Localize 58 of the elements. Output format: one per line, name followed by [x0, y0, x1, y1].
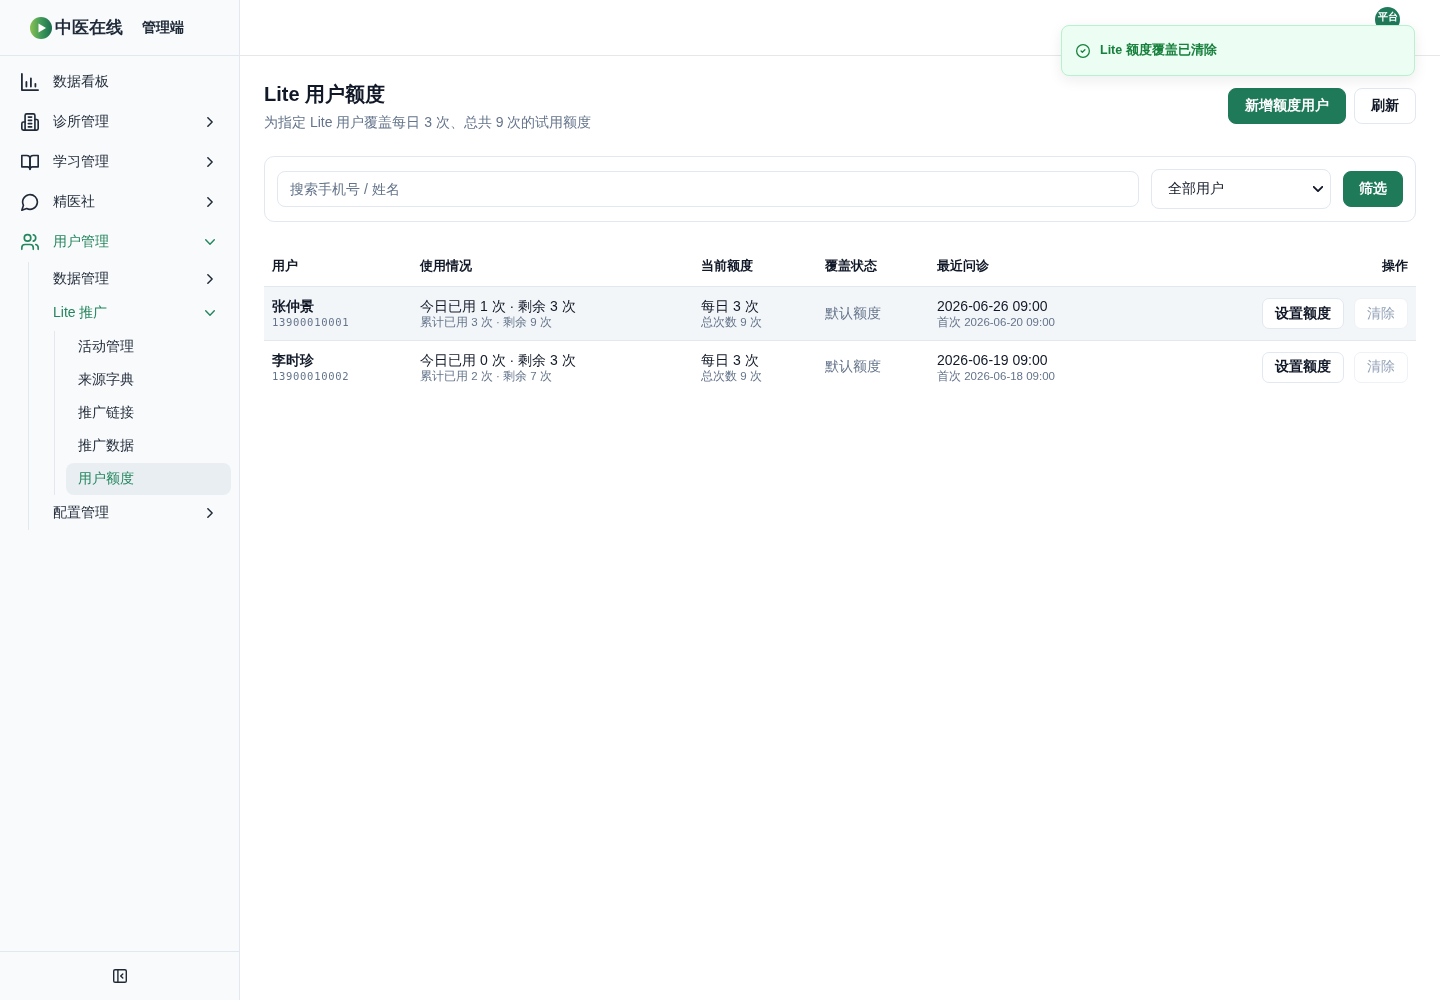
sidebar-item[interactable]: 推广数据 — [66, 430, 231, 462]
sidebar-item[interactable]: 诊所管理 — [12, 102, 231, 142]
total-quota: 总次数 9 次 — [701, 315, 763, 330]
set-quota-button[interactable]: 设置额度 — [1262, 351, 1344, 383]
building-icon — [21, 113, 39, 131]
set-quota-button[interactable]: 设置额度 — [1262, 298, 1344, 329]
daily-quota: 每日 3 次 — [701, 297, 760, 315]
filter-button[interactable]: 筛选 — [1343, 171, 1403, 207]
override-status: 默认额度 — [825, 304, 882, 323]
override-status: 默认额度 — [825, 358, 882, 376]
sidebar-item[interactable]: 学习管理 — [12, 142, 231, 182]
chevron-down-icon — [1313, 186, 1323, 192]
column-header: 最近问诊 — [936, 257, 990, 275]
total-quota: 总次数 9 次 — [701, 368, 763, 384]
user-type-select[interactable]: 全部用户 — [1151, 169, 1331, 209]
users-icon — [21, 233, 39, 251]
page-title: Lite 用户额度 — [264, 82, 387, 107]
sidebar-item[interactable]: 用户额度 — [66, 463, 231, 495]
panel-left-icon[interactable] — [112, 969, 127, 983]
brand-subtitle: 管理端 — [142, 18, 184, 37]
phone-number: 13900010001 — [272, 315, 351, 330]
open-book-icon — [21, 153, 39, 171]
column-header: 覆盖状态 — [824, 257, 878, 275]
column-header: 用户 — [271, 257, 299, 275]
refresh-button[interactable]: 刷新 — [1354, 88, 1416, 124]
sidebar-item[interactable]: 来源字典 — [66, 364, 231, 396]
sidebar-item[interactable]: 用户管理 — [12, 222, 231, 262]
page-subtitle: 为指定 Lite 用户覆盖每日 3 次、总共 9 次的试用额度 — [264, 113, 592, 132]
sidebar-item[interactable]: 活动管理 — [66, 331, 231, 363]
search-field[interactable]: 搜索手机号 / 姓名 — [277, 171, 1139, 207]
usage-total: 累计已用 3 次 · 剩余 9 次 — [420, 315, 553, 330]
user-name: 李时珍 — [272, 350, 315, 369]
sidebar-item[interactable]: 配置管理 — [29, 496, 231, 530]
last-visit-time: 2026-06-19 09:00 — [937, 350, 1049, 369]
daily-quota: 每日 3 次 — [701, 350, 760, 369]
phone-number: 13900010002 — [272, 368, 351, 384]
usage-today: 今日已用 1 次 · 剩余 3 次 — [420, 297, 577, 315]
column-header: 使用情况 — [418, 257, 473, 275]
sidebar-item[interactable]: 推广链接 — [66, 397, 231, 429]
usage-today: 今日已用 0 次 · 剩余 3 次 — [420, 350, 577, 369]
sidebar-item[interactable]: 精医社 — [12, 182, 231, 222]
sidebar-item[interactable]: Lite 推广 — [29, 296, 231, 330]
play-logo-icon — [30, 16, 52, 39]
first-visit-time: 首次 2026-06-18 09:00 — [937, 368, 1056, 384]
column-header: 操作 — [1381, 257, 1409, 275]
last-visit-time: 2026-06-26 09:00 — [937, 297, 1049, 315]
user-name: 张仲景 — [272, 297, 315, 315]
column-header: 当前额度 — [700, 257, 754, 275]
brand-name: 中医在线 — [55, 17, 123, 39]
toast-message: Lite 额度覆盖已清除 — [1100, 42, 1217, 59]
first-visit-time: 首次 2026-06-20 09:00 — [937, 315, 1056, 330]
sidebar-item[interactable]: 数据看板 — [12, 62, 231, 102]
sidebar-item[interactable]: 数据管理 — [29, 262, 231, 296]
chat-bubble-icon — [21, 193, 39, 211]
bar-chart-icon — [21, 73, 39, 91]
add-user-button[interactable]: 新增额度用户 — [1228, 88, 1346, 124]
usage-total: 累计已用 2 次 · 剩余 7 次 — [420, 368, 553, 384]
check-circle-icon — [1076, 43, 1090, 58]
